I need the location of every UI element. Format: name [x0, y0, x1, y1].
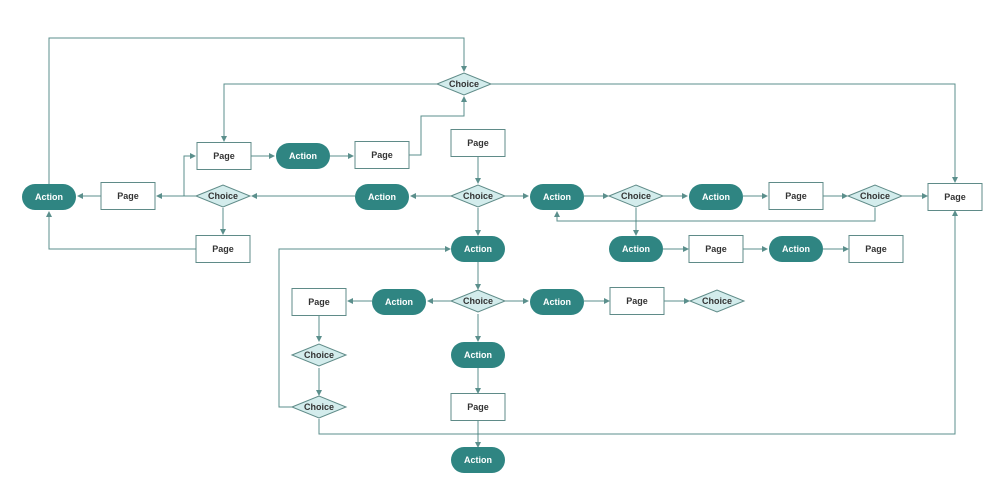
page-node[interactable]: Page: [927, 183, 983, 211]
choice-label: Choice: [621, 191, 651, 201]
choice-node[interactable]: Choice: [607, 184, 665, 208]
action-node[interactable]: Action: [530, 289, 584, 315]
page-label: Page: [705, 244, 727, 254]
page-node[interactable]: Page: [195, 235, 251, 263]
action-node[interactable]: Action: [530, 184, 584, 210]
edge-connector: [183, 153, 196, 196]
edge-connector: [491, 83, 958, 183]
edge-connector: [46, 211, 196, 250]
choice-label: Choice: [449, 79, 479, 89]
action-label: Action: [543, 192, 571, 202]
choice-node[interactable]: Choice: [688, 289, 746, 313]
choice-node[interactable]: Choice: [449, 289, 507, 313]
action-label: Action: [289, 151, 317, 161]
action-node[interactable]: Action: [689, 184, 743, 210]
action-node[interactable]: Action: [276, 143, 330, 169]
action-label: Action: [35, 192, 63, 202]
choice-node[interactable]: Choice: [846, 184, 904, 208]
choice-label: Choice: [702, 296, 732, 306]
action-node[interactable]: Action: [609, 236, 663, 262]
action-node[interactable]: Action: [769, 236, 823, 262]
page-node[interactable]: Page: [100, 182, 156, 210]
page-node[interactable]: Page: [609, 287, 665, 315]
choice-node[interactable]: Choice: [290, 343, 348, 367]
page-node[interactable]: Page: [768, 182, 824, 210]
choice-label: Choice: [304, 350, 334, 360]
choice-label: Choice: [463, 191, 493, 201]
nodes-layer: Choice Page Action Page Page Action Page Choice…: [22, 72, 983, 473]
page-node[interactable]: Page: [450, 393, 506, 421]
choice-label: Choice: [208, 191, 238, 201]
page-label: Page: [467, 402, 489, 412]
page-label: Page: [308, 297, 330, 307]
flowchart-canvas: Choice Page Action Page Page Action Page Choice…: [22, 37, 983, 473]
page-label: Page: [865, 244, 887, 254]
choice-node[interactable]: Choice: [435, 72, 493, 96]
action-label: Action: [702, 192, 730, 202]
edge-connector: [278, 246, 451, 408]
page-label: Page: [371, 150, 393, 160]
action-node[interactable]: Action: [451, 447, 505, 473]
action-label: Action: [622, 244, 650, 254]
edge-connector: [221, 83, 437, 142]
page-label: Page: [626, 296, 648, 306]
page-label: Page: [785, 191, 807, 201]
action-label: Action: [368, 192, 396, 202]
page-node[interactable]: Page: [354, 141, 410, 169]
page-node[interactable]: Page: [450, 129, 506, 157]
choice-label: Choice: [463, 296, 493, 306]
action-label: Action: [464, 455, 492, 465]
action-label: Action: [464, 350, 492, 360]
action-node[interactable]: Action: [355, 184, 409, 210]
page-label: Page: [467, 138, 489, 148]
action-node[interactable]: Action: [22, 184, 76, 210]
page-node[interactable]: Page: [291, 288, 347, 316]
choice-node[interactable]: Choice: [290, 395, 348, 419]
choice-label: Choice: [860, 191, 890, 201]
page-label: Page: [213, 151, 235, 161]
page-node[interactable]: Page: [848, 235, 904, 263]
choice-node[interactable]: Choice: [194, 184, 252, 208]
page-label: Page: [212, 244, 234, 254]
page-node[interactable]: Page: [196, 142, 252, 170]
action-label: Action: [385, 297, 413, 307]
action-label: Action: [782, 244, 810, 254]
page-label: Page: [117, 191, 139, 201]
choice-node[interactable]: Choice: [449, 184, 507, 208]
page-node[interactable]: Page: [688, 235, 744, 263]
action-label: Action: [464, 244, 492, 254]
action-label: Action: [543, 297, 571, 307]
action-node[interactable]: Action: [451, 342, 505, 368]
action-node[interactable]: Action: [372, 289, 426, 315]
choice-label: Choice: [304, 402, 334, 412]
action-node[interactable]: Action: [451, 236, 505, 262]
page-label: Page: [944, 192, 966, 202]
